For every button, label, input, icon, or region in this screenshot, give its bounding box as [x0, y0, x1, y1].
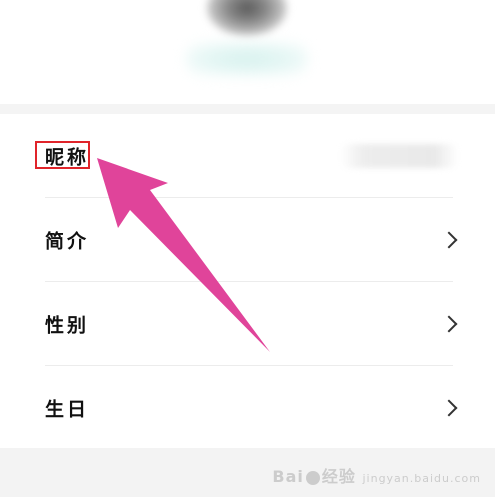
bio-row[interactable]: 简介: [0, 198, 495, 282]
watermark-sub: jingyan.baidu.com: [362, 472, 481, 485]
birthday-row[interactable]: 生日: [0, 366, 495, 450]
profile-header: [0, 0, 495, 104]
chevron-right-icon: [440, 315, 458, 333]
gender-label: 性别: [45, 314, 90, 337]
profile-edit-screen: 昵称 简介 性别 生日 Bai 经验 jingyan.baidu.com: [0, 0, 495, 497]
chevron-right-icon: [440, 231, 458, 249]
chevron-right-icon: [440, 399, 458, 417]
watermark-brand2: 经验: [321, 467, 356, 486]
gender-row[interactable]: 性别: [0, 282, 495, 366]
bio-label: 简介: [45, 230, 90, 253]
watermark-brand: Bai: [272, 467, 304, 486]
bottom-bar: Bai 经验 jingyan.baidu.com: [0, 448, 495, 497]
paw-icon: [305, 470, 320, 485]
blurred-nickname-value: [340, 144, 458, 168]
blurred-username: [186, 42, 308, 76]
birthday-label: 生日: [45, 398, 90, 421]
annotation-highlight-box: [35, 141, 90, 169]
avatar[interactable]: [207, 0, 287, 36]
baidu-watermark: Bai 经验 jingyan.baidu.com: [272, 463, 481, 487]
section-divider: [0, 104, 495, 114]
